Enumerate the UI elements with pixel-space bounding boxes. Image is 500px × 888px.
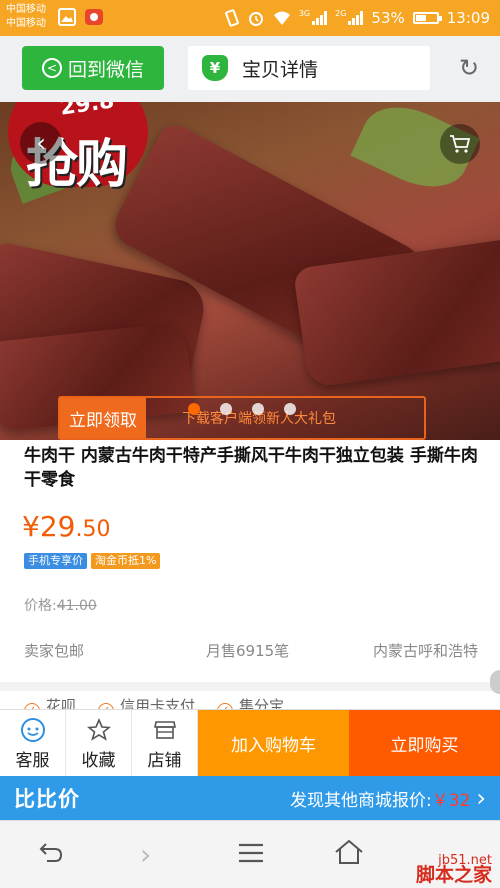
alarm-icon bbox=[248, 12, 263, 26]
back-arrow-icon: < bbox=[41, 58, 62, 78]
customer-service-icon bbox=[20, 717, 46, 743]
original-price-label: 价格: bbox=[24, 598, 57, 614]
claim-coupon-button[interactable]: 立即领取 bbox=[60, 398, 146, 438]
compare-price: ￥32 bbox=[431, 790, 471, 811]
carousel-dot[interactable] bbox=[284, 403, 296, 415]
image-notification-icon bbox=[58, 8, 76, 26]
network-type-2: 2G bbox=[335, 8, 347, 18]
product-price: ¥29.50 bbox=[22, 510, 110, 543]
add-to-cart-button[interactable]: 加入购物车 bbox=[198, 710, 349, 776]
signal-icon-2 bbox=[348, 11, 364, 25]
original-price-value: 41.00 bbox=[56, 598, 97, 614]
site-watermark: jb51.net 脚本之家 bbox=[415, 854, 492, 886]
shop-label: 店铺 bbox=[147, 750, 182, 771]
shop-icon bbox=[152, 717, 178, 743]
watermark-name: 脚本之家 bbox=[415, 864, 492, 886]
original-price: 价格:41.00 bbox=[24, 595, 97, 615]
browser-nav: › jb51.net 脚本之家 bbox=[0, 820, 500, 888]
chevron-right-icon: › bbox=[476, 784, 486, 812]
product-image[interactable]: 29.8 抢购 ‹ bbox=[0, 102, 500, 440]
back-to-wechat-button[interactable]: < 回到微信 bbox=[22, 46, 164, 90]
scroll-handle[interactable] bbox=[490, 670, 500, 694]
carrier-1: 中国移动 bbox=[6, 4, 46, 15]
product-title: 牛肉干 内蒙古牛肉干特产手撕风干牛肉干独立包装 手撕牛肉干零食 bbox=[24, 446, 478, 490]
battery-icon bbox=[412, 12, 442, 24]
carousel-dot[interactable] bbox=[252, 403, 264, 415]
compare-text: 发现其他商城报价:￥32 bbox=[290, 786, 476, 811]
back-to-wechat-label: 回到微信 bbox=[67, 58, 144, 81]
star-icon bbox=[86, 717, 112, 743]
carrier-info: 中国移动 中国移动 bbox=[6, 3, 46, 31]
monthly-sales: 月售6915笔 bbox=[206, 642, 290, 660]
home-icon[interactable] bbox=[334, 839, 364, 872]
cart-icon[interactable] bbox=[440, 124, 480, 164]
shield-yen-icon: ¥ bbox=[202, 55, 228, 81]
price-compare-bar[interactable]: 比比价 发现其他商城报价:￥32 › bbox=[0, 776, 500, 820]
wifi-icon bbox=[273, 11, 290, 25]
taojinbi-tag: 淘金币抵1% bbox=[91, 553, 161, 569]
ship-from-location: 内蒙古呼和浩特 bbox=[372, 642, 478, 660]
top-nav: < 回到微信 ¥ 宝贝详情 ↻ bbox=[0, 36, 500, 102]
compare-label: 发现其他商城报价: bbox=[290, 790, 432, 811]
menu-icon[interactable] bbox=[238, 839, 264, 871]
page-title-box: ¥ 宝贝详情 bbox=[188, 46, 430, 90]
page-title: 宝贝详情 bbox=[242, 58, 319, 81]
shopping-cart-icon bbox=[450, 135, 471, 153]
network-type-1: 3G bbox=[298, 8, 311, 18]
back-icon[interactable] bbox=[38, 839, 64, 871]
battery-percent: 53% bbox=[371, 9, 405, 27]
clock: 13:09 bbox=[446, 9, 490, 27]
customer-service-label: 客服 bbox=[15, 750, 50, 771]
vibrate-icon bbox=[224, 9, 239, 27]
status-bar: 中国移动 中国移动 3G 2G 53% 13:09 bbox=[0, 0, 500, 36]
signal-icon-1 bbox=[312, 11, 328, 25]
app-notification-icon bbox=[85, 9, 103, 25]
action-bar: 客服 收藏 店铺 加入购物车 立即购买 bbox=[0, 709, 500, 777]
customer-service-button[interactable]: 客服 bbox=[0, 710, 66, 777]
carousel-dot[interactable] bbox=[220, 403, 232, 415]
buy-now-button[interactable]: 立即购买 bbox=[349, 710, 500, 776]
status-right: 3G 2G 53% 13:09 bbox=[224, 0, 490, 36]
favorite-label: 收藏 bbox=[81, 750, 116, 771]
price-tags: 手机专享价 淘金币抵1% bbox=[24, 553, 161, 569]
refresh-icon[interactable]: ↻ bbox=[456, 55, 482, 81]
carrier-2: 中国移动 bbox=[6, 18, 46, 29]
compare-logo: 比比价 bbox=[14, 787, 80, 811]
favorite-button[interactable]: 收藏 bbox=[66, 710, 132, 777]
battery-fill bbox=[415, 15, 427, 21]
price-decimal: .50 bbox=[75, 517, 111, 542]
image-back-button[interactable]: ‹ bbox=[20, 122, 62, 164]
carousel-dots bbox=[188, 403, 296, 415]
carousel-dot[interactable] bbox=[188, 403, 200, 415]
mobile-price-tag: 手机专享价 bbox=[24, 553, 87, 569]
section-divider bbox=[0, 682, 500, 691]
shop-button[interactable]: 店铺 bbox=[132, 710, 198, 777]
price-integer: ¥29 bbox=[22, 510, 76, 543]
forward-icon[interactable]: › bbox=[140, 839, 151, 871]
shipping-info: 卖家包邮 bbox=[24, 642, 85, 660]
